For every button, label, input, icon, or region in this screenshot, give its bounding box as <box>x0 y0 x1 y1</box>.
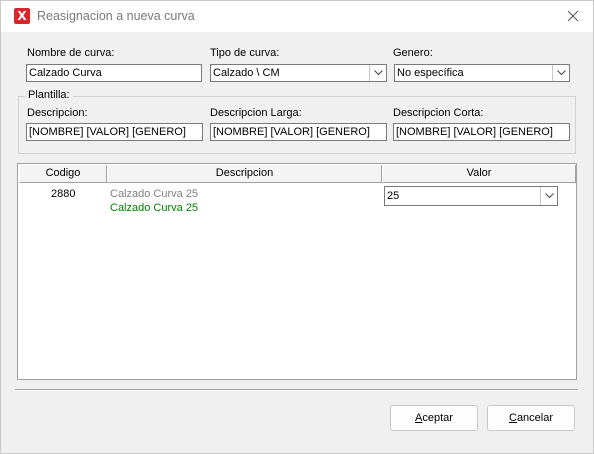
descripcion-nueva-cell: Calzado Curva 25 <box>110 202 199 214</box>
descripcion-larga-label: Descripcion Larga: <box>210 107 302 119</box>
chevron-down-icon <box>545 193 554 199</box>
close-button[interactable] <box>553 1 593 32</box>
window-title: Reasignacion a nueva curva <box>37 9 195 23</box>
descripcion-field[interactable]: [NOMBRE] [VALOR] [GENERO] <box>26 123 203 141</box>
descripcion-value: [NOMBRE] [VALOR] [GENERO] <box>29 126 186 138</box>
genero-select[interactable]: No específica <box>394 64 570 82</box>
descripcion-corta-field[interactable]: [NOMBRE] [VALOR] [GENERO] <box>393 123 570 141</box>
descripcion-corta-value: [NOMBRE] [VALOR] [GENERO] <box>396 126 553 138</box>
curva-grid[interactable]: Codigo Descripcion Valor 2880 Calzado Cu… <box>17 163 577 380</box>
plantilla-legend: Plantilla: <box>25 89 73 101</box>
cancelar-button[interactable]: Cancelar <box>487 405 575 431</box>
nombre-field[interactable]: Calzado Curva <box>26 64 202 82</box>
genero-dropdown-button[interactable] <box>552 65 569 81</box>
column-header-descripcion[interactable]: Descripcion <box>107 165 382 183</box>
tipo-value: Calzado \ CM <box>213 67 280 79</box>
codigo-cell: 2880 <box>51 188 76 200</box>
cancelar-mnemonic: C <box>508 412 517 424</box>
descripcion-larga-value: [NOMBRE] [VALOR] [GENERO] <box>213 126 370 138</box>
tipo-dropdown-button[interactable] <box>369 65 386 81</box>
valor-select[interactable]: 25 <box>384 186 558 206</box>
separator <box>15 389 578 391</box>
descripcion-corta-label: Descripcion Corta: <box>393 107 484 119</box>
aceptar-label: ceptar <box>422 412 453 424</box>
aceptar-button[interactable]: Aceptar <box>390 405 478 431</box>
close-icon <box>567 10 579 22</box>
genero-value: No específica <box>397 67 464 79</box>
valor-dropdown-button[interactable] <box>540 187 557 205</box>
app-x-icon: X <box>14 8 30 24</box>
nombre-label: Nombre de curva: <box>27 47 115 59</box>
chevron-down-icon <box>374 70 383 76</box>
chevron-down-icon <box>557 70 566 76</box>
cancelar-label: ancelar <box>516 412 554 424</box>
column-header-codigo[interactable]: Codigo <box>19 165 107 183</box>
descripcion-label: Descripcion: <box>27 107 88 119</box>
valor-value: 25 <box>387 190 400 202</box>
nombre-value: Calzado Curva <box>29 67 102 79</box>
dialog-window: X Reasignacion a nueva curva Nombre de c… <box>0 0 594 454</box>
descripcion-actual-cell: Calzado Curva 25 <box>110 188 199 200</box>
tipo-label: Tipo de curva: <box>210 47 280 59</box>
tipo-select[interactable]: Calzado \ CM <box>210 64 387 82</box>
title-bar: X Reasignacion a nueva curva <box>1 1 593 32</box>
descripcion-larga-field[interactable]: [NOMBRE] [VALOR] [GENERO] <box>210 123 387 141</box>
column-header-valor[interactable]: Valor <box>382 165 576 183</box>
genero-label: Genero: <box>393 47 433 59</box>
